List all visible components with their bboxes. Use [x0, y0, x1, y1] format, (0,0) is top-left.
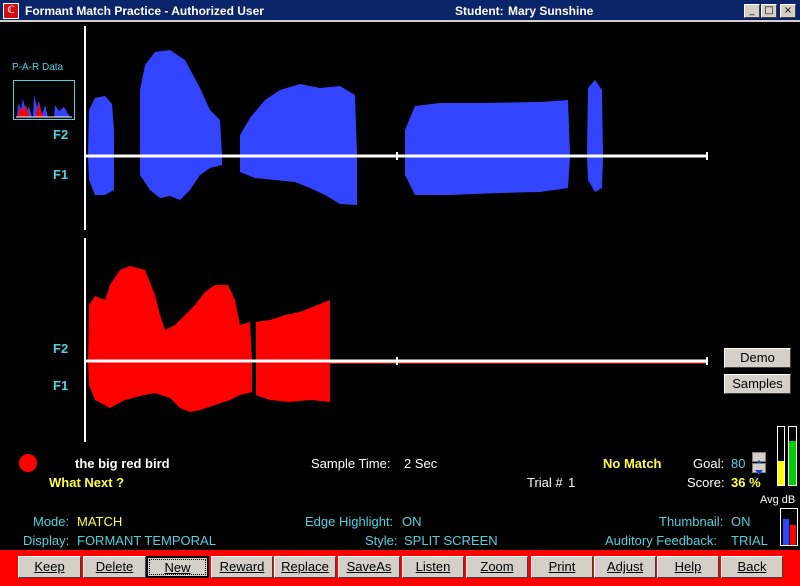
spin-down-icon[interactable]: [752, 463, 766, 475]
avg-db-meter: [780, 508, 798, 546]
back-button[interactable]: Back: [721, 556, 783, 578]
level-meter-yellow: [777, 426, 785, 486]
top-formant-segment: [405, 157, 570, 195]
bottom-toolbar: Keep Delete New Reward Replace SaveAs Li…: [0, 550, 800, 586]
bottom-f2-label: F2: [53, 341, 69, 356]
bottom-formant-segment: [256, 300, 330, 360]
what-next-link[interactable]: What Next ?: [49, 475, 124, 490]
style-value: SPLIT SCREEN: [404, 533, 498, 548]
sample-time-value: 2 Sec: [404, 456, 438, 471]
reward-button[interactable]: Reward: [211, 556, 273, 578]
top-formant-segment: [240, 157, 357, 205]
edge-highlight-value: ON: [402, 514, 422, 529]
top-formant-segment: [88, 96, 114, 155]
listen-button[interactable]: Listen: [402, 556, 464, 578]
bottom-formant-segment: [88, 362, 252, 412]
top-formant-segment: [587, 80, 603, 155]
samples-button[interactable]: Samples: [724, 374, 791, 394]
title-bar: ℂ Formant Match Practice - Authorized Us…: [0, 0, 800, 22]
top-formant-segment: [587, 157, 603, 192]
delete-button[interactable]: Delete: [83, 556, 146, 578]
mode-label: Mode:: [33, 514, 70, 529]
top-formant-segment: [140, 50, 222, 155]
record-indicator-icon: [19, 454, 37, 472]
bottom-formant-segment: [88, 266, 252, 360]
top-formant-segment: [140, 157, 222, 200]
demo-button[interactable]: Demo: [724, 348, 791, 368]
top-formant-plot: [84, 26, 708, 230]
top-f2-label: F2: [53, 127, 69, 142]
saveas-button[interactable]: SaveAs: [338, 556, 400, 578]
level-meter-green: [788, 426, 797, 486]
minimize-icon[interactable]: _: [744, 4, 760, 18]
app-icon[interactable]: ℂ: [3, 3, 19, 19]
top-formant-segment: [240, 84, 357, 155]
mode-value: MATCH: [77, 514, 123, 529]
goal-label: Goal:: [693, 456, 725, 471]
avg-db-label: Avg dB: [760, 494, 796, 506]
match-status: No Match: [603, 456, 662, 471]
score-label: Score:: [687, 475, 725, 490]
top-formant-segment: [405, 100, 570, 155]
student-name: Mary Sunshine: [508, 4, 594, 18]
display-value: FORMANT TEMPORAL: [77, 533, 216, 548]
score-value: 36 %: [731, 475, 761, 490]
zoom-button[interactable]: Zoom: [466, 556, 528, 578]
style-label: Style:: [365, 533, 398, 548]
thumbnail-value: ON: [731, 514, 751, 529]
top-f1-label: F1: [53, 167, 69, 182]
sample-time-label: Sample Time:: [311, 456, 391, 471]
window-title: Formant Match Practice - Authorized User: [25, 4, 264, 18]
close-icon[interactable]: ×: [780, 4, 796, 18]
bottom-f1-label: F1: [53, 378, 69, 393]
trial-value: 1: [568, 475, 576, 490]
bottom-formant-segment: [256, 362, 330, 402]
target-phrase: the big red bird: [75, 456, 170, 471]
trial-label: Trial #: [527, 475, 563, 490]
new-button[interactable]: New: [146, 556, 209, 578]
auditory-feedback-label: Auditory Feedback:: [605, 533, 718, 548]
top-formant-segment: [88, 157, 114, 195]
replace-button[interactable]: Replace: [274, 556, 336, 578]
bottom-formant-plot: [84, 238, 708, 442]
auditory-feedback-value: TRIAL: [731, 533, 768, 548]
help-button[interactable]: Help: [657, 556, 719, 578]
edge-highlight-label: Edge Highlight:: [305, 514, 394, 529]
maximize-icon[interactable]: □: [761, 4, 777, 18]
adjust-button[interactable]: Adjust: [594, 556, 656, 578]
spin-up-icon[interactable]: [752, 452, 766, 465]
thumbnail-label: Thumbnail:: [659, 514, 724, 529]
student-label: Student:: [455, 4, 504, 18]
display-label: Display:: [23, 533, 70, 548]
keep-button[interactable]: Keep: [18, 556, 81, 578]
goal-value: 80: [731, 456, 746, 471]
print-button[interactable]: Print: [531, 556, 593, 578]
